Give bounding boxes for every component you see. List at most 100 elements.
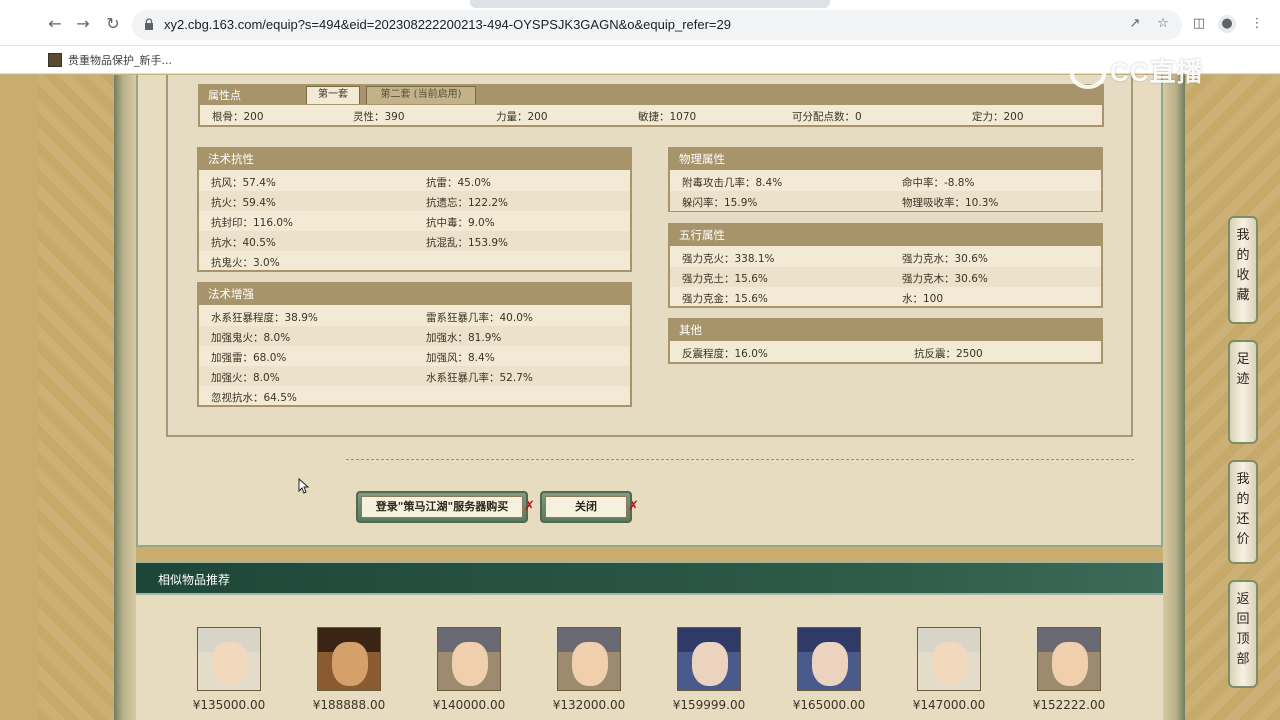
similar-items-list: ¥135000.00 ¥188888.00 ¥140000.00 ¥132000.00… (136, 595, 1163, 720)
address-bar[interactable]: xy2.cbg.163.com/equip?s=494&eid=20230822… (132, 10, 1182, 40)
menu-char: 迹 (1236, 372, 1250, 387)
tab-set-2[interactable]: 第二套 (当前启用) (366, 86, 476, 104)
five-elements-title: 五行属性 (670, 225, 1101, 246)
stat-cell: 躲闪率：15.9% (682, 197, 758, 209)
character-avatar[interactable] (197, 627, 261, 691)
item-price: ¥147000.00 (912, 698, 986, 712)
table-row: 抗封印：116.0% 抗中毒：9.0% (199, 211, 630, 231)
table-row: 抗水：40.5% 抗混乱：153.9% (199, 231, 630, 251)
star-icon[interactable]: ☆ (1154, 15, 1172, 33)
menu-char: 部 (1236, 652, 1250, 667)
decor-x-icon: ✗ (628, 499, 639, 514)
decor-x-icon: ✗ (524, 499, 535, 514)
back-to-top-button[interactable]: 返回顶部 (1228, 580, 1258, 688)
stat-cell: 加强水：81.9% (426, 332, 502, 344)
forward-icon[interactable]: → (72, 13, 94, 35)
character-avatar[interactable] (797, 627, 861, 691)
bookmark-item[interactable]: 贵重物品保护_新手... (48, 51, 172, 69)
table-row: 躲闪率：15.9% 物理吸收率：10.3% (670, 191, 1101, 211)
watermark-logo-icon (1070, 59, 1106, 90)
similar-item[interactable]: ¥188888.00 (304, 627, 394, 717)
profile-icon[interactable]: ● (1218, 15, 1236, 33)
menu-char: 价 (1236, 532, 1250, 547)
equipment-detail-panel: 属性点 第一套 第二套 (当前启用) 根骨：200 灵性：390 力量：200 … (136, 75, 1163, 547)
avatar-face (572, 642, 608, 686)
magic-resist-section: 法术抗性 抗风：57.4% 抗雷：45.0% 抗火：59.4% 抗遗忘：122.2%… (197, 147, 632, 272)
left-rail (114, 75, 136, 720)
magic-enhance-section: 法术增强 水系狂暴程度：38.9% 雷系狂暴几率：40.0% 加强鬼火：8.0% 加… (197, 282, 632, 407)
item-price: ¥159999.00 (672, 698, 746, 712)
character-avatar[interactable] (917, 627, 981, 691)
share-icon[interactable]: ↗ (1126, 15, 1144, 33)
stat-cell: 抗风：57.4% (211, 177, 276, 189)
avatar-face (1052, 642, 1088, 686)
stat-cell: 加强风：8.4% (426, 352, 495, 364)
attr-gengu: 根骨：200 (212, 111, 264, 123)
menu-char: 我 (1236, 472, 1250, 487)
footprints-button[interactable]: 足迹 (1228, 340, 1258, 444)
similar-item[interactable]: ¥132000.00 (544, 627, 634, 717)
menu-icon[interactable]: ⋮ (1248, 15, 1266, 33)
divider (346, 459, 1134, 460)
browser-tab-strip[interactable] (470, 0, 830, 8)
attr-dingli: 定力：200 (972, 111, 1024, 123)
menu-char: 的 (1236, 492, 1250, 507)
similar-item[interactable]: ¥147000.00 (904, 627, 994, 717)
table-row: 抗鬼火：3.0% (199, 251, 630, 271)
table-row: 抗火：59.4% 抗遗忘：122.2% (199, 191, 630, 211)
url-text: xy2.cbg.163.com/equip?s=494&eid=20230822… (164, 17, 731, 32)
character-avatar[interactable] (317, 627, 381, 691)
my-favorites-button[interactable]: 我的收藏 (1228, 216, 1258, 324)
watermark-text: CC直播 (1110, 57, 1204, 87)
similar-item[interactable]: ¥165000.00 (784, 627, 874, 717)
my-offers-button[interactable]: 我的还价 (1228, 460, 1258, 564)
character-avatar[interactable] (677, 627, 741, 691)
login-buy-button[interactable]: 登录"策马江湖"服务器购买 ✗ (356, 491, 535, 523)
reload-icon[interactable]: ↻ (102, 13, 124, 35)
sidepanel-icon[interactable]: ◫ (1190, 15, 1208, 33)
similar-items-header: 相似物品推荐 (136, 561, 1163, 595)
stat-cell: 抗鬼火：3.0% (211, 257, 280, 269)
stat-cell: 水：100 (902, 293, 944, 305)
attributes-frame: 属性点 第一套 第二套 (当前启用) 根骨：200 灵性：390 力量：200 … (166, 75, 1133, 437)
menu-char: 还 (1236, 512, 1250, 527)
character-avatar[interactable] (557, 627, 621, 691)
page: 属性点 第一套 第二套 (当前启用) 根骨：200 灵性：390 力量：200 … (0, 75, 1280, 720)
back-icon[interactable]: ← (44, 13, 66, 35)
avatar-face (932, 642, 968, 686)
attribute-points-box: 属性点 第一套 第二套 (当前启用) 根骨：200 灵性：390 力量：200 … (198, 84, 1104, 127)
magic-resist-title: 法术抗性 (199, 149, 630, 170)
stat-cell: 忽视抗水：64.5% (211, 392, 297, 404)
avatar-face (692, 642, 728, 686)
character-avatar[interactable] (437, 627, 501, 691)
bookmark-label: 贵重物品保护_新手... (68, 54, 172, 67)
stat-cell: 强力克水：30.6% (902, 253, 988, 265)
stat-cell: 雷系狂暴几率：40.0% (426, 312, 533, 324)
menu-char: 收 (1236, 268, 1250, 283)
stat-cell: 物理吸收率：10.3% (902, 197, 999, 209)
stat-cell: 强力克土：15.6% (682, 273, 768, 285)
character-avatar[interactable] (1037, 627, 1101, 691)
menu-char: 足 (1236, 352, 1250, 367)
attr-liliang: 力量：200 (496, 111, 548, 123)
mouse-cursor-icon (298, 478, 310, 494)
other-title: 其他 (670, 320, 1101, 341)
table-row: 加强火：8.0% 水系狂暴几率：52.7% (199, 366, 630, 386)
attr-minjie: 敏捷：1070 (638, 111, 697, 123)
attr-lingxing: 灵性：390 (353, 111, 405, 123)
stat-cell: 强力克火：338.1% (682, 253, 775, 265)
similar-item[interactable]: ¥159999.00 (664, 627, 754, 717)
cc-live-watermark: CC直播 (1070, 52, 1245, 92)
close-button[interactable]: 关闭 ✗ (540, 491, 639, 523)
attribute-points-row: 根骨：200 灵性：390 力量：200 敏捷：1070 可分配点数：0 定力：… (198, 104, 1104, 127)
stat-cell: 抗封印：116.0% (211, 217, 294, 229)
attr-free-points: 可分配点数：0 (792, 111, 862, 123)
stat-cell: 强力克木：30.6% (902, 273, 988, 285)
similar-item[interactable]: ¥135000.00 (184, 627, 274, 717)
similar-item[interactable]: ¥152222.00 (1024, 627, 1114, 717)
stat-cell: 命中率：-8.8% (902, 177, 975, 189)
tab-set-1[interactable]: 第一套 (306, 86, 360, 104)
right-rail (1163, 75, 1185, 720)
table-row: 附毒攻击几率：8.4% 命中率：-8.8% (670, 171, 1101, 191)
similar-item[interactable]: ¥140000.00 (424, 627, 514, 717)
